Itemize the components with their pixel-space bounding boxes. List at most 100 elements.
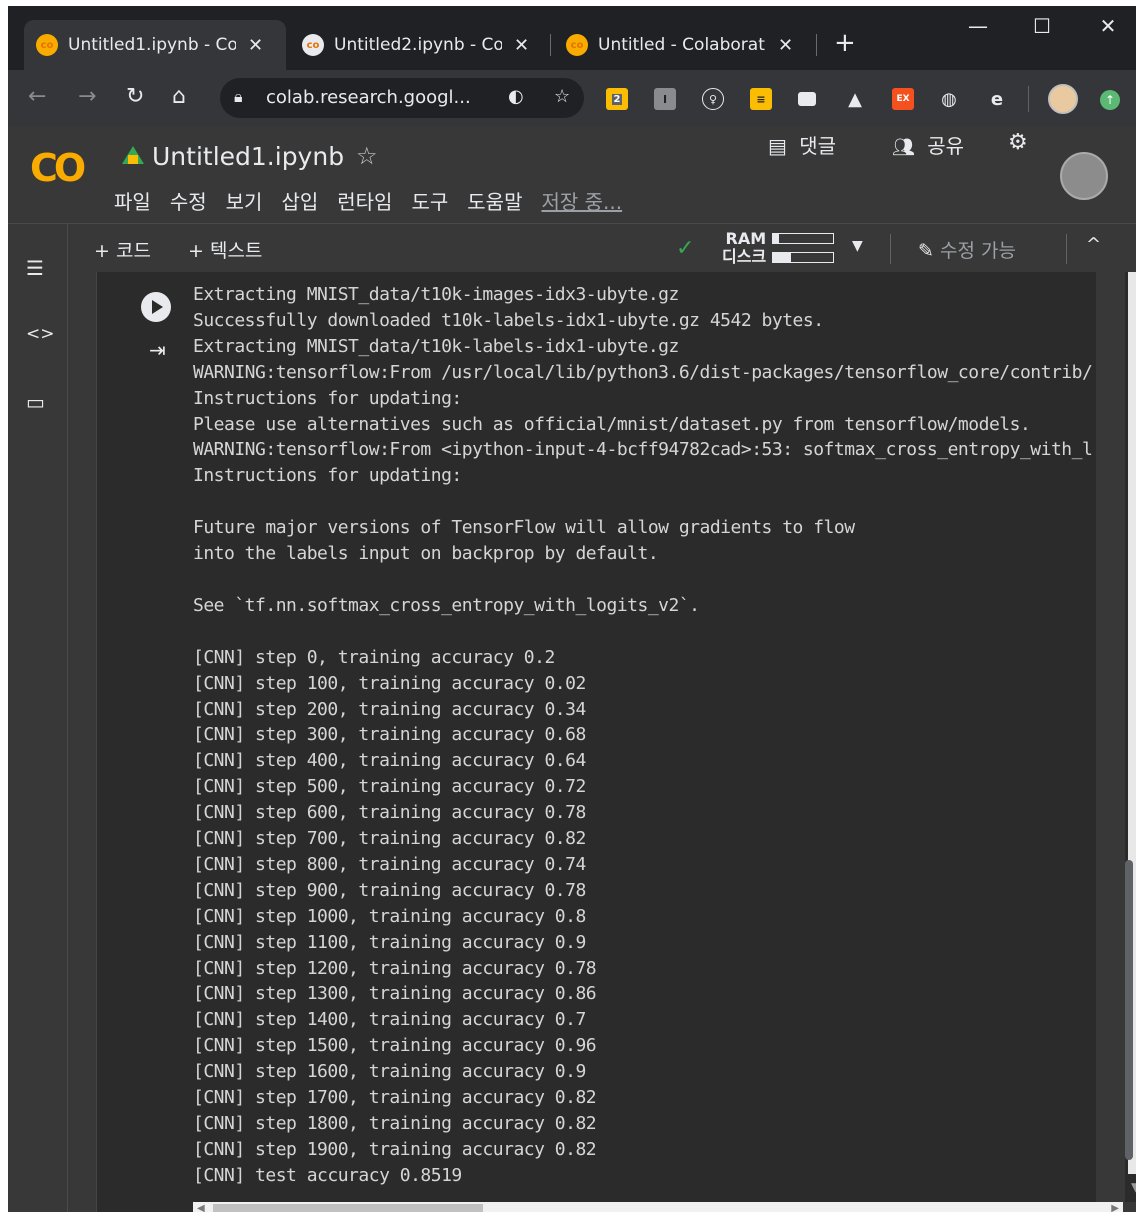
scroll-thumb[interactable] xyxy=(213,1204,483,1212)
ram-usage-bar xyxy=(772,233,834,244)
extension-icon[interactable]: I xyxy=(654,88,676,110)
address-bar[interactable]: 🔒︎ colab.research.googl... ◐ ☆ xyxy=(220,78,584,118)
bookmark-star-icon[interactable]: ☆ xyxy=(554,86,570,107)
back-icon[interactable]: ← xyxy=(28,84,46,109)
output-line: Extracting MNIST_data/t10k-labels-idx1-u… xyxy=(193,335,679,357)
menu-view[interactable]: 보기 xyxy=(226,186,263,215)
reload-icon[interactable]: ↻ xyxy=(126,84,144,109)
editable-label: 수정 가능 xyxy=(939,240,1016,262)
toolbar-divider xyxy=(1028,86,1029,112)
run-cell-button[interactable] xyxy=(141,292,171,322)
settings-gear-icon[interactable]: ⚙ xyxy=(1008,130,1028,155)
output-line: [CNN] step 900, training accuracy 0.78 xyxy=(193,879,586,901)
url-text: colab.research.googl... xyxy=(266,87,471,108)
add-text-button[interactable]: + 텍스트 xyxy=(188,236,262,263)
lightbulb-icon[interactable]: ♀ xyxy=(702,88,724,110)
output-line: [CNN] step 1100, training accuracy 0.9 xyxy=(193,931,586,953)
notebook-toolbar: + 코드 + 텍스트 ✓ RAM 디스크 ▼ ✎ 수정 가능 ^ xyxy=(8,224,1136,272)
extension-icon[interactable]: 2 xyxy=(606,88,628,110)
drive-icon[interactable]: ▲ xyxy=(844,88,866,110)
menu-bar: 파일 수정 보기 삽입 런타임 도구 도움말 저장 중... xyxy=(114,186,641,215)
browser-window: co Untitled1.ipynb - Col ✕ co Untitled2.… xyxy=(8,6,1136,1212)
output-line: [CNN] step 1800, training accuracy 0.82 xyxy=(193,1113,597,1134)
disk-label: 디스크 xyxy=(722,247,767,266)
colab-logo[interactable]: CO xyxy=(30,146,86,190)
ram-label: RAM xyxy=(725,229,767,248)
close-window-button[interactable]: ✕ xyxy=(1088,14,1128,38)
home-icon[interactable]: ⌂ xyxy=(172,84,186,109)
cookie-blocked-icon[interactable]: ◐ xyxy=(508,86,524,107)
saving-status[interactable]: 저장 중... xyxy=(541,186,622,215)
close-tab-icon[interactable]: ✕ xyxy=(778,35,793,56)
output-line: [CNN] step 300, training accuracy 0.68 xyxy=(193,724,586,746)
resources-dropdown-icon[interactable]: ▼ xyxy=(852,238,863,254)
share-button[interactable]: 👥︎ 공유 xyxy=(892,130,964,159)
output-line: Extracting MNIST_data/t10k-images-idx3-u… xyxy=(193,284,679,305)
forward-icon[interactable]: → xyxy=(78,84,96,109)
scroll-down-icon[interactable]: ▼ xyxy=(1131,1180,1136,1194)
output-line: [CNN] step 1600, training accuracy 0.9 xyxy=(193,1061,586,1083)
output-line: [CNN] step 700, training accuracy 0.82 xyxy=(193,828,586,850)
maximize-button[interactable]: ☐ xyxy=(1022,14,1062,38)
screen-icon[interactable] xyxy=(798,92,816,106)
menu-runtime[interactable]: 런타임 xyxy=(337,186,392,215)
output-line: [CNN] step 1400, training accuracy 0.7 xyxy=(193,1009,586,1031)
menu-insert[interactable]: 삽입 xyxy=(281,186,318,215)
output-line: [CNN] step 800, training accuracy 0.74 xyxy=(193,853,586,875)
tab-strip: co Untitled1.ipynb - Col ✕ co Untitled2.… xyxy=(8,6,1136,70)
output-horizontal-scrollbar[interactable]: ◀ ▶ xyxy=(193,1202,1123,1212)
people-icon: 👥︎ xyxy=(892,137,915,158)
tab-untitled1[interactable]: co Untitled1.ipynb - Col ✕ xyxy=(24,20,286,70)
output-line: [CNN] step 400, training accuracy 0.64 xyxy=(193,750,586,772)
notebook-body: ⇥ Extracting MNIST_data/t10k-images-idx3… xyxy=(68,272,1136,1212)
collapse-header-icon[interactable]: ^ xyxy=(1086,234,1101,255)
colab-icon: co xyxy=(566,34,588,56)
code-cell: ⇥ Extracting MNIST_data/t10k-images-idx3… xyxy=(96,272,1136,1212)
tab-untitled[interactable]: co Untitled - Colaborat ✕ xyxy=(554,20,816,70)
notes-icon[interactable]: ≡ xyxy=(750,88,772,110)
notebook-title[interactable]: Untitled1.ipynb xyxy=(152,142,344,171)
cell-output: Extracting MNIST_data/t10k-images-idx3-u… xyxy=(193,282,1121,1202)
comment-button[interactable]: ▤ 댓글 xyxy=(768,130,836,159)
close-tab-icon[interactable]: ✕ xyxy=(514,35,529,56)
menu-tools[interactable]: 도구 xyxy=(411,186,448,215)
output-line: [CNN] step 1900, training accuracy 0.82 xyxy=(193,1138,597,1160)
profile-avatar[interactable] xyxy=(1048,84,1078,114)
scroll-right-icon[interactable]: ▶ xyxy=(1111,1203,1119,1212)
ram-usage-fill xyxy=(773,234,779,243)
output-line: [CNN] step 1000, training accuracy 0.8 xyxy=(193,905,586,927)
minimize-button[interactable]: — xyxy=(958,14,998,38)
resource-labels[interactable]: RAM 디스크 xyxy=(722,230,766,266)
menu-edit[interactable]: 수정 xyxy=(170,186,207,215)
notebook-scrollbar-thumb[interactable] xyxy=(1125,860,1133,1160)
colab-icon: co xyxy=(36,34,58,56)
star-icon[interactable]: ☆ xyxy=(356,142,378,170)
tab-untitled2[interactable]: co Untitled2.ipynb - Col ✕ xyxy=(290,20,552,70)
ex-extension-icon[interactable]: EX xyxy=(892,88,914,110)
editable-mode-button[interactable]: ✎ 수정 가능 xyxy=(918,236,1016,263)
scroll-left-icon[interactable]: ◀ xyxy=(197,1203,205,1212)
new-tab-button[interactable]: + xyxy=(834,28,856,58)
menu-file[interactable]: 파일 xyxy=(114,186,151,215)
user-avatar[interactable] xyxy=(1060,152,1108,200)
update-icon[interactable]: ↑ xyxy=(1100,90,1120,110)
code-snippets-icon[interactable]: <> xyxy=(26,324,55,344)
connected-check-icon: ✓ xyxy=(676,236,695,261)
close-tab-icon[interactable]: ✕ xyxy=(248,35,263,56)
table-of-contents-icon[interactable]: ☰ xyxy=(26,256,44,280)
share-label: 공유 xyxy=(927,134,965,158)
output-actions-icon[interactable]: ⇥ xyxy=(149,338,166,362)
output-line: [CNN] step 200, training accuracy 0.34 xyxy=(193,698,586,720)
files-folder-icon[interactable]: ▭ xyxy=(26,390,45,414)
ie-icon[interactable]: e xyxy=(986,88,1008,110)
disk-usage-fill xyxy=(773,253,791,262)
globe-icon[interactable]: ◍ xyxy=(938,88,960,110)
output-line: [CNN] step 1700, training accuracy 0.82 xyxy=(193,1087,597,1109)
tab-title: Untitled1.ipynb - Col xyxy=(68,35,236,55)
menu-help[interactable]: 도움말 xyxy=(467,186,522,215)
disk-usage-bar xyxy=(772,252,834,263)
tab-title: Untitled - Colaborat xyxy=(598,35,765,55)
add-code-button[interactable]: + 코드 xyxy=(94,236,151,263)
